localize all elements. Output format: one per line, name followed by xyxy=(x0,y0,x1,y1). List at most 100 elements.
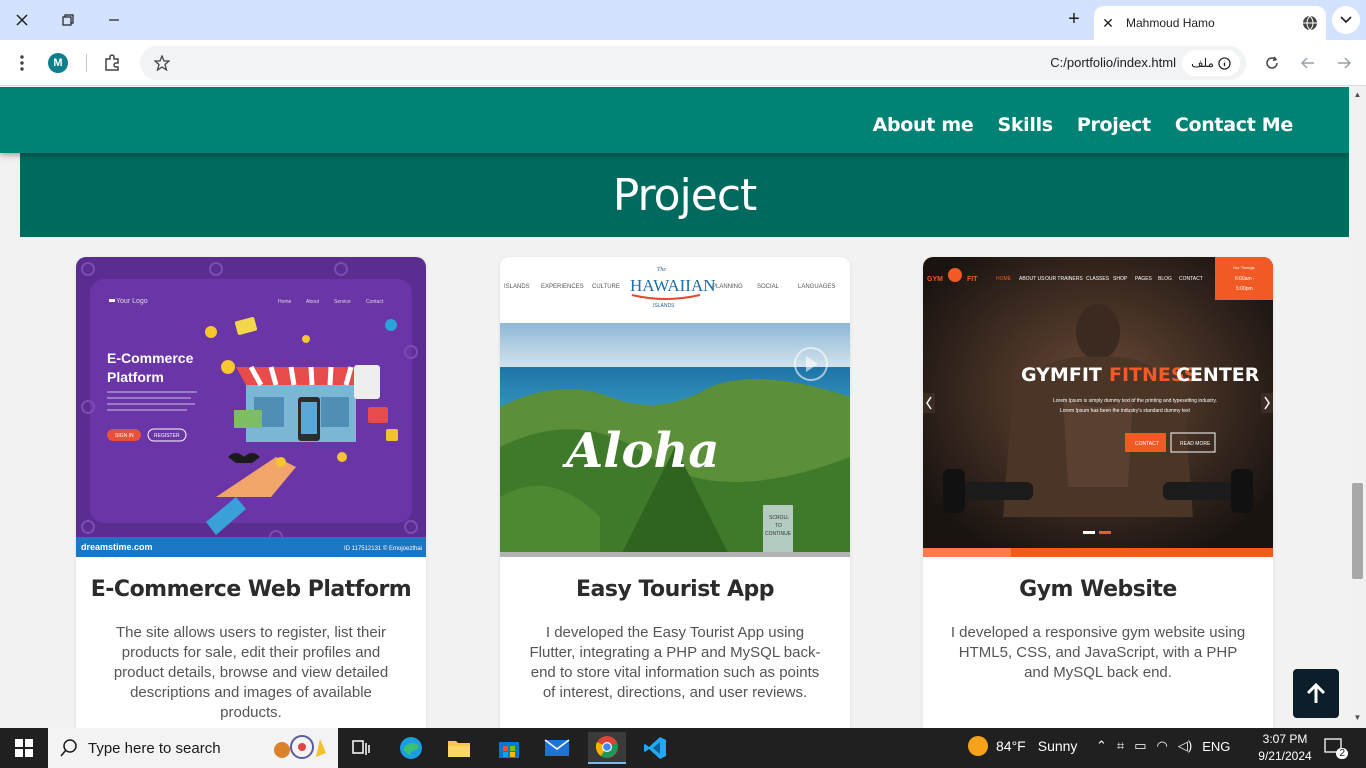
card-description: The site allows users to register, list … xyxy=(113,624,389,721)
chevron-up-icon[interactable]: ⌃ xyxy=(1096,738,1107,754)
hawaii-illustration: ISLANDS EXPERIENCES CULTURE The HAWAIIAN… xyxy=(500,257,850,557)
mock-gym-hours-open: 6:00am - xyxy=(1235,276,1255,282)
mock-scroll-1: SCROLL xyxy=(769,515,789,521)
forward-arrow-icon[interactable] xyxy=(1332,51,1356,75)
tab-title: Mahmoud Hamo xyxy=(1126,16,1215,30)
chrome-app-button[interactable] xyxy=(588,732,626,764)
task-view-button[interactable] xyxy=(342,732,380,764)
scroll-to-top-button[interactable] xyxy=(1293,669,1339,718)
reload-icon[interactable] xyxy=(1260,51,1284,75)
toolbar-divider xyxy=(86,54,87,72)
wifi-icon[interactable]: ◠ xyxy=(1157,738,1168,754)
project-card-tourist[interactable]: ISLANDS EXPERIENCES CULTURE The HAWAIIAN… xyxy=(500,257,850,728)
extensions-icon[interactable] xyxy=(100,51,124,75)
system-tray: ⌃ ⌗ ▭ ◠ ◁) ENG xyxy=(1096,738,1230,754)
gym-thumbnail: GYM FIT HOME ABOUT US OUR TRAINERS CLASS… xyxy=(923,257,1273,557)
address-bar[interactable]: C:/portfolio/index.html ملف xyxy=(140,46,1246,80)
card-title: E-Commerce Web Platform xyxy=(90,577,412,602)
language-indicator[interactable]: ENG xyxy=(1202,739,1230,754)
sun-icon xyxy=(968,736,988,756)
page-scrollbar[interactable] xyxy=(1349,87,1366,728)
mock-signin: SIGN IN xyxy=(115,433,134,439)
tab-search-button[interactable] xyxy=(1332,6,1360,34)
mock-gym-brand-right: FIT xyxy=(967,276,978,283)
notification-center-button[interactable]: 2 xyxy=(1324,738,1348,759)
mock-logo: Your Logo xyxy=(116,298,148,305)
site-info-label: ملف xyxy=(1191,56,1214,70)
profile-avatar[interactable]: M xyxy=(48,53,68,73)
chrome-icon xyxy=(595,736,618,758)
nav-skills-link[interactable]: Skills xyxy=(997,114,1053,136)
minimize-window-button[interactable] xyxy=(100,8,128,32)
mock-watermark-right: ID 117512131 © Emojoezthai xyxy=(344,545,422,552)
mock-menu-social: SOCIAL xyxy=(757,284,780,290)
file-explorer-button[interactable] xyxy=(440,732,478,764)
browser-tab[interactable]: ✕ Mahmoud Hamo xyxy=(1094,6,1326,40)
mock-heading-1: E-Commerce xyxy=(107,350,194,366)
mock-hero-word: Aloha xyxy=(562,423,720,479)
mock-menu-culture: CULTURE xyxy=(592,284,620,290)
edge-app-button[interactable] xyxy=(392,732,430,764)
url-text[interactable]: C:/portfolio/index.html xyxy=(1050,55,1176,70)
mock-menu-service: Service xyxy=(334,299,351,305)
close-window-button[interactable] xyxy=(8,8,36,32)
store-app-button[interactable] xyxy=(490,732,528,764)
site-info-chip[interactable]: ملف xyxy=(1182,50,1240,76)
restore-icon xyxy=(62,14,74,26)
clock-date: 9/21/2024 xyxy=(1258,749,1312,763)
battery-icon[interactable]: ▭ xyxy=(1134,738,1146,754)
nav-about-link[interactable]: About me xyxy=(873,114,974,136)
meet-icon[interactable]: ⌗ xyxy=(1117,738,1124,754)
new-tab-button[interactable]: + xyxy=(1062,8,1086,32)
clock-time: 3:07 PM xyxy=(1262,732,1308,746)
mock-gym-menu-pages: PAGES xyxy=(1135,276,1153,282)
project-card-gym[interactable]: GYM FIT HOME ABOUT US OUR TRAINERS CLASS… xyxy=(923,257,1273,728)
mock-menu-home: Home xyxy=(278,299,292,305)
close-icon xyxy=(16,14,28,26)
mock-gym-menu-about: ABOUT US xyxy=(1019,276,1045,282)
arrow-up-icon xyxy=(1306,682,1326,703)
mock-register: REGISTER xyxy=(154,433,180,439)
chevron-down-icon xyxy=(1340,16,1352,24)
mock-gym-menu-shop: SHOP xyxy=(1113,276,1128,282)
mock-heading-2: Platform xyxy=(107,369,164,385)
vscode-app-button[interactable] xyxy=(636,732,674,764)
search-icon xyxy=(60,739,77,757)
weather-widget[interactable]: 84°F Sunny xyxy=(968,736,1077,756)
bookmark-star-icon[interactable] xyxy=(150,51,174,75)
mock-gym-headline-c: CENTER xyxy=(1176,364,1260,386)
gym-illustration: GYM FIT HOME ABOUT US OUR TRAINERS CLASS… xyxy=(923,257,1273,557)
scrollbar-thumb[interactable] xyxy=(1352,483,1363,579)
restore-window-button[interactable] xyxy=(54,8,82,32)
back-arrow-icon[interactable] xyxy=(1296,51,1320,75)
folder-icon xyxy=(448,741,470,757)
mock-menu-islands: ISLANDS xyxy=(504,284,530,290)
nav-project-link[interactable]: Project xyxy=(1077,114,1151,136)
mock-gym-headline-a: GYMFIT xyxy=(1021,364,1102,386)
page-viewport: About me Skills Project Contact Me Proje… xyxy=(0,87,1349,728)
taskbar-clock[interactable]: 3:07 PM 9/21/2024 xyxy=(1254,731,1316,765)
menu-kebab-icon[interactable] xyxy=(10,51,34,75)
mock-brand-sub: ISLANDS xyxy=(653,303,675,309)
windows-taskbar: Type here to search 84°F Sunny ⌃ ⌗ ▭ ◠ ◁… xyxy=(0,728,1366,768)
mock-scroll-2: TO xyxy=(775,523,782,529)
taskbar-search-box[interactable]: Type here to search xyxy=(48,728,338,768)
mail-app-button[interactable] xyxy=(538,732,576,764)
section-header: Project xyxy=(20,153,1349,237)
mock-gym-sub2: Lorem Ipsum has been the industry's stan… xyxy=(1060,408,1191,414)
volume-icon[interactable]: ◁) xyxy=(1178,738,1192,754)
nav-contact-link[interactable]: Contact Me xyxy=(1175,114,1293,136)
ecommerce-illustration: Your Logo Home About Service Contact E-C… xyxy=(76,257,426,557)
start-button[interactable] xyxy=(5,732,43,764)
browser-toolbar: M C:/portfolio/index.html ملف xyxy=(0,40,1366,86)
minimize-icon xyxy=(109,19,119,21)
mock-gym-btn2: READ MORE xyxy=(1180,441,1211,447)
scroll-up-arrow-icon[interactable]: ▲ xyxy=(1352,90,1363,102)
tab-close-icon[interactable]: ✕ xyxy=(1094,15,1122,32)
windows-logo-icon xyxy=(15,739,33,757)
mock-gym-brand-left: GYM xyxy=(927,276,943,283)
project-card-ecommerce[interactable]: Your Logo Home About Service Contact E-C… xyxy=(76,257,426,728)
scroll-down-arrow-icon[interactable]: ▼ xyxy=(1352,713,1363,725)
weather-temperature: 84°F xyxy=(996,738,1026,754)
mock-brand-small: The xyxy=(657,267,666,273)
